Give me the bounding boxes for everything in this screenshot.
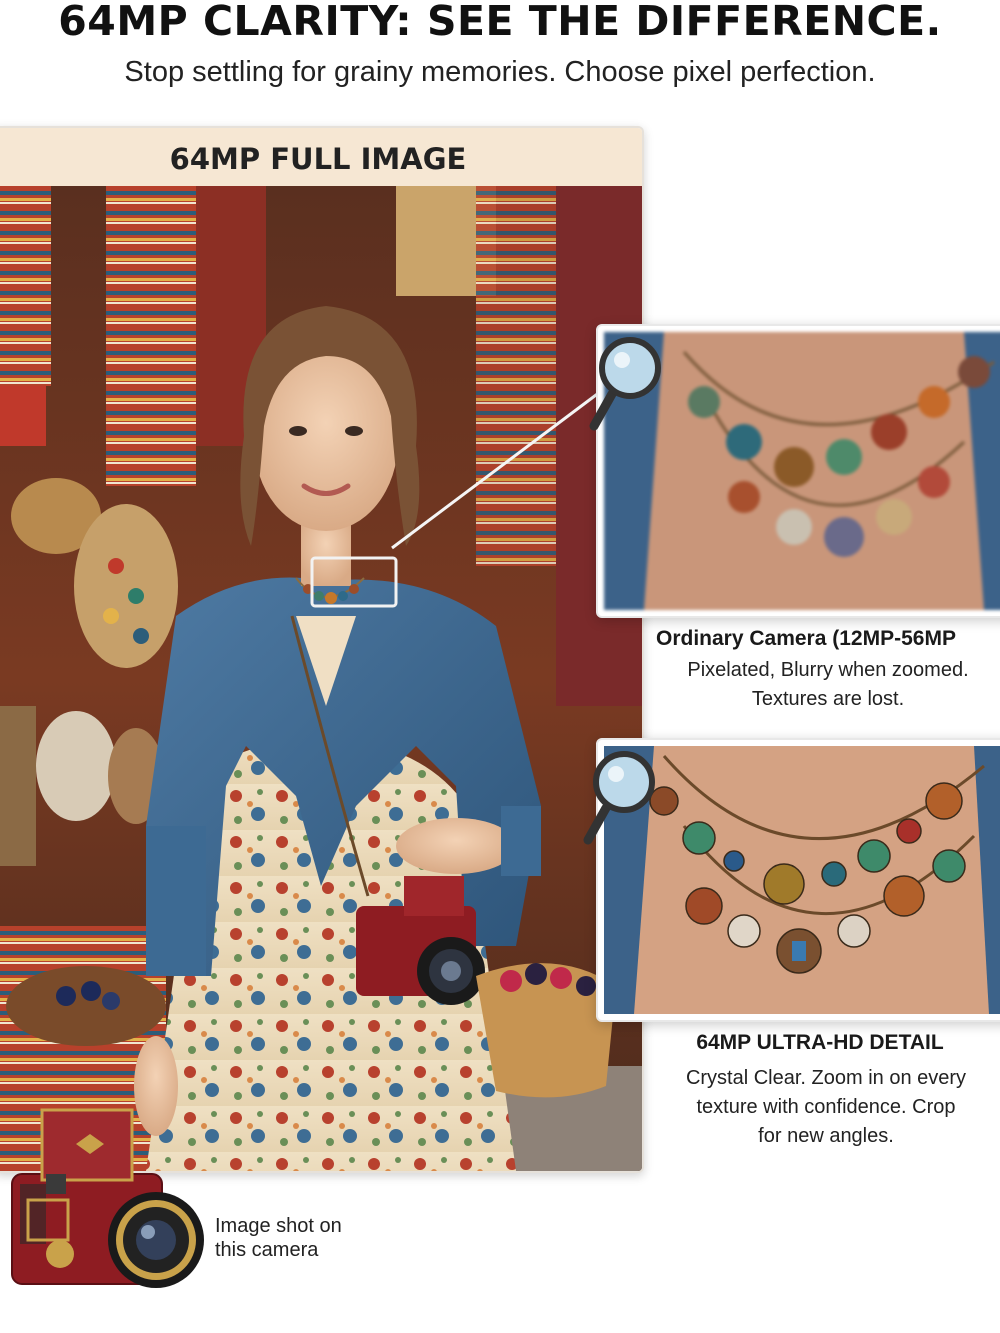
magnifier-icon (580, 748, 660, 853)
magnifier-icon (586, 334, 666, 439)
ultra-hd-desc: Crystal Clear. Zoom in on every texture … (660, 1064, 992, 1151)
sharp-necklace-closeup (604, 746, 1000, 1014)
camera-icon (6, 1104, 206, 1299)
ordinary-camera-desc-line1: Pixelated, Blurry when zoomed. (687, 659, 969, 681)
camera-note-line2: this camera (215, 1239, 319, 1261)
subheadline: Stop settling for grainy memories. Choos… (124, 56, 876, 88)
full-image-header: 64MP FULL IMAGE (0, 128, 642, 186)
camera-note-line1: Image shot on (215, 1215, 342, 1237)
full-image-label: 64MP FULL IMAGE (169, 142, 467, 176)
camera-note: Image shot on this camera (215, 1214, 385, 1262)
headline: 64MP CLARITY: SEE THE DIFFERENCE. (58, 0, 942, 45)
market-portrait-photo (0, 186, 642, 1171)
ultra-hd-desc-line1: Crystal Clear. Zoom in on every (685, 1067, 967, 1089)
ordinary-camera-desc: Pixelated, Blurry when zoomed. Textures … (640, 656, 1000, 714)
ultra-hd-title: 64MP ULTRA-HD DETAIL (696, 1031, 944, 1054)
ultra-hd-desc-line3: for new angles. (758, 1125, 894, 1147)
ordinary-camera-desc-line2: Textures are lost. (751, 688, 905, 710)
ordinary-camera-title: Ordinary Camera (12MP-56MP (656, 627, 956, 650)
full-image-panel: 64MP FULL IMAGE (0, 126, 644, 1173)
ultra-hd-desc-line2: texture with confidence. Crop (696, 1096, 956, 1118)
